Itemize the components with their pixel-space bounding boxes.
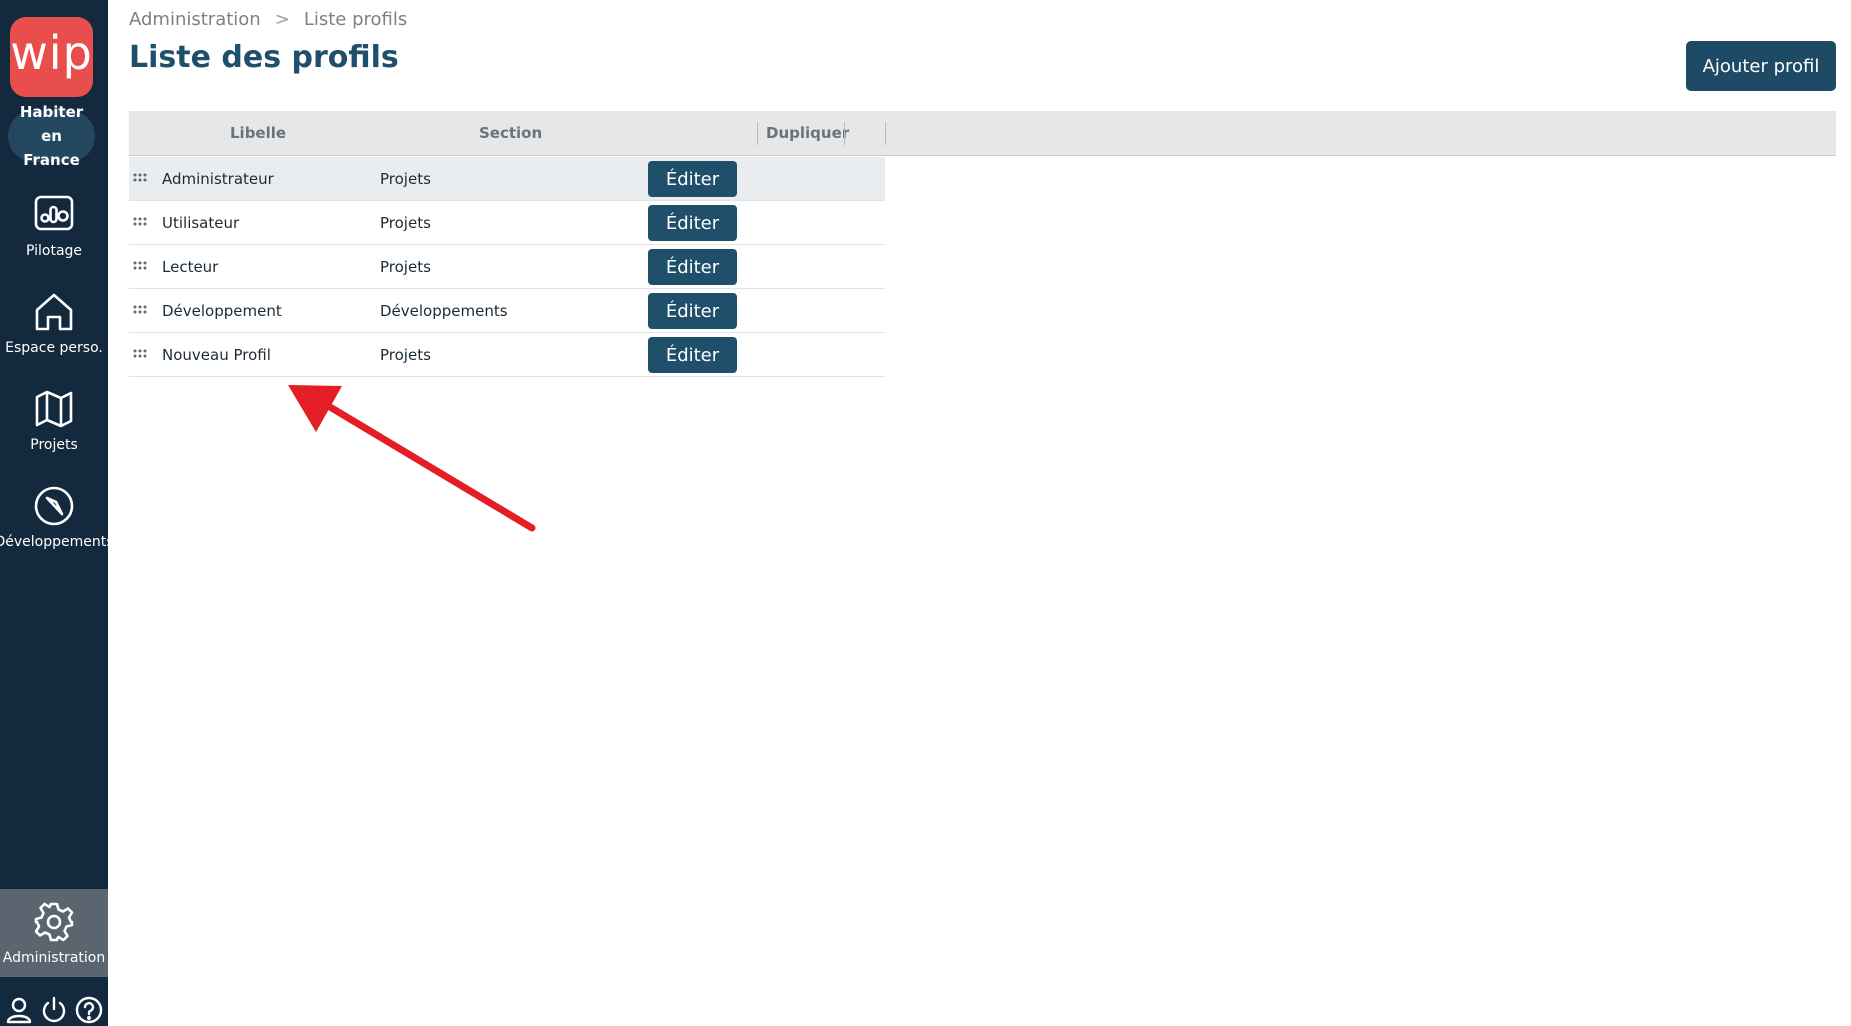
sidebar-item-label: Projets: [30, 437, 78, 453]
edit-button[interactable]: Éditer: [648, 249, 737, 285]
breadcrumb-current: Liste profils: [303, 9, 408, 30]
cell-section: Projets: [380, 170, 431, 188]
drag-handle-icon[interactable]: [133, 216, 149, 228]
table-row[interactable]: Administrateur Projets Éditer: [129, 157, 885, 201]
column-header-section[interactable]: Section: [479, 111, 542, 156]
organization-name-line1: Habiter en: [19, 103, 84, 145]
drag-handle-icon[interactable]: [133, 304, 149, 316]
sidebar-item-label: Espace perso.: [5, 340, 103, 356]
cell-section: Projets: [380, 258, 431, 276]
sidebar-item-administration[interactable]: Administration: [0, 889, 108, 977]
cell-libelle: Nouveau Profil: [162, 346, 271, 364]
sidebar-item-pilotage[interactable]: Pilotage: [0, 193, 108, 259]
breadcrumb: Administration > Liste profils: [129, 9, 407, 30]
edit-button[interactable]: Éditer: [648, 205, 737, 241]
compass-icon: [34, 486, 74, 526]
column-header-libelle[interactable]: Libelle: [230, 111, 286, 156]
edit-button[interactable]: Éditer: [648, 293, 737, 329]
sidebar-footer: [0, 995, 108, 1025]
table-row[interactable]: Utilisateur Projets Éditer: [129, 201, 885, 245]
breadcrumb-root[interactable]: Administration: [129, 9, 261, 30]
gear-icon: [34, 902, 74, 942]
sidebar-item-projets[interactable]: Projets: [0, 387, 108, 453]
table-row[interactable]: Nouveau Profil Projets Éditer: [129, 333, 885, 377]
column-header-dupliquer[interactable]: Dupliquer: [766, 111, 849, 156]
home-icon: [35, 293, 73, 331]
sidebar: wip Habiter en France Pilotage Espace pe…: [0, 0, 114, 1026]
column-divider[interactable]: [757, 122, 758, 145]
drag-handle-icon[interactable]: [133, 260, 149, 272]
sidebar-item-label: Administration: [2, 950, 106, 966]
cell-libelle: Administrateur: [162, 170, 274, 188]
sidebar-item-label: Pilotage: [25, 243, 83, 259]
column-divider[interactable]: [844, 122, 845, 145]
organization-name-line2: France: [23, 151, 80, 169]
organization-selector[interactable]: Habiter en France: [8, 103, 95, 169]
cell-section: Développements: [380, 302, 508, 320]
edit-button[interactable]: Éditer: [648, 161, 737, 197]
breadcrumb-chevron-icon: >: [274, 9, 290, 30]
add-profile-button[interactable]: Ajouter profil: [1686, 41, 1836, 91]
column-divider[interactable]: [885, 122, 886, 145]
page-title: Liste des profils: [129, 40, 399, 75]
cell-libelle: Lecteur: [162, 258, 219, 276]
cell-section: Projets: [380, 346, 431, 364]
app-logo[interactable]: wip: [10, 17, 93, 97]
map-icon: [35, 390, 73, 428]
table-row[interactable]: Développement Développements Éditer: [129, 289, 885, 333]
help-icon[interactable]: [75, 996, 103, 1024]
cell-libelle: Utilisateur: [162, 214, 240, 232]
cell-libelle: Développement: [162, 302, 282, 320]
sidebar-item-developpements[interactable]: Développements: [0, 484, 114, 550]
sidebar-item-label: Développements: [0, 534, 114, 550]
power-icon[interactable]: [40, 996, 68, 1024]
annotation-arrow-icon: [288, 385, 536, 532]
sidebar-item-espace-perso[interactable]: Espace perso.: [0, 290, 108, 356]
user-icon[interactable]: [5, 996, 33, 1024]
edit-button[interactable]: Éditer: [648, 337, 737, 373]
chart-icon: [34, 195, 74, 231]
table-row[interactable]: Lecteur Projets Éditer: [129, 245, 885, 289]
drag-handle-icon[interactable]: [133, 348, 149, 360]
cell-section: Projets: [380, 214, 431, 232]
table-header: Libelle Section Dupliquer: [129, 111, 1836, 156]
drag-handle-icon[interactable]: [133, 172, 149, 184]
